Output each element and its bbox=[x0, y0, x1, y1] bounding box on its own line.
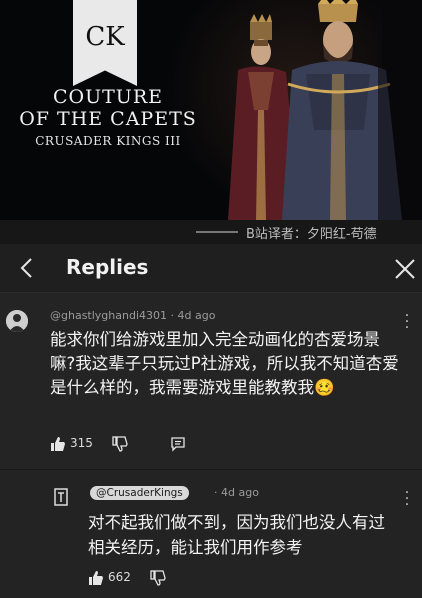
thumbs-down-icon[interactable] bbox=[150, 569, 166, 587]
game-logo-pennant: CK bbox=[73, 0, 137, 86]
thumbs-up-icon[interactable] bbox=[88, 569, 104, 587]
chevron-left-icon[interactable] bbox=[14, 254, 40, 282]
more-options-icon[interactable]: · · · bbox=[400, 309, 414, 335]
comment-age: · 4d ago bbox=[170, 309, 216, 322]
logo-text: CK bbox=[85, 22, 125, 52]
royal-figures-illustration bbox=[228, 0, 422, 220]
more-options-icon[interactable]: · · · bbox=[400, 486, 414, 512]
reply-icon[interactable] bbox=[170, 435, 186, 453]
like-count: 315 bbox=[70, 436, 93, 450]
comment-author[interactable]: @ghastlyghandi4301 bbox=[50, 309, 167, 322]
comment-text: 对不起我们做不到，因为我们也没人有过相关经历，能让我们用作参考 bbox=[88, 513, 385, 557]
comment-meta: @ghastlyghandi4301 · 4d ago bbox=[50, 309, 215, 322]
thumbs-up-icon[interactable] bbox=[50, 435, 66, 453]
close-icon[interactable] bbox=[392, 256, 418, 282]
banner-game-name: CRUSADER KINGS III bbox=[35, 134, 181, 148]
comment-item: @ghastlyghandi4301 · 4d ago · · · 能求你们给游戏里… bbox=[0, 293, 422, 469]
replies-header: Replies bbox=[0, 244, 422, 293]
game-banner-image: CK COUTURE OF THE CAPETS CRUSADER KINGS … bbox=[0, 0, 422, 220]
thumbs-down-icon[interactable] bbox=[112, 435, 128, 453]
credit-divider bbox=[196, 231, 238, 233]
like-count: 662 bbox=[108, 570, 131, 584]
comment-text: 能求你们给游戏里加入完全动画化的杏爱场景嘛?我这辈子只玩过P社游戏，所以我不知道… bbox=[50, 330, 399, 397]
banner-title-line2: OF THE CAPETS bbox=[19, 108, 197, 130]
banner-title-line1: COUTURE bbox=[53, 86, 163, 108]
comment-item: @CrusaderKings · 4d ago · · · 对不起我们做不到，因为我… bbox=[0, 470, 422, 598]
translator-credit-bar: B站译者：夕阳红-苟德 bbox=[0, 220, 422, 244]
channel-owner-badge[interactable]: @CrusaderKings bbox=[90, 486, 189, 500]
comment-age: · 4d ago bbox=[214, 486, 259, 499]
avatar[interactable] bbox=[6, 310, 28, 332]
page-title: Replies bbox=[66, 255, 149, 279]
translator-credit: B站译者：夕阳红-苟德 bbox=[246, 227, 377, 242]
avatar[interactable] bbox=[54, 488, 68, 506]
